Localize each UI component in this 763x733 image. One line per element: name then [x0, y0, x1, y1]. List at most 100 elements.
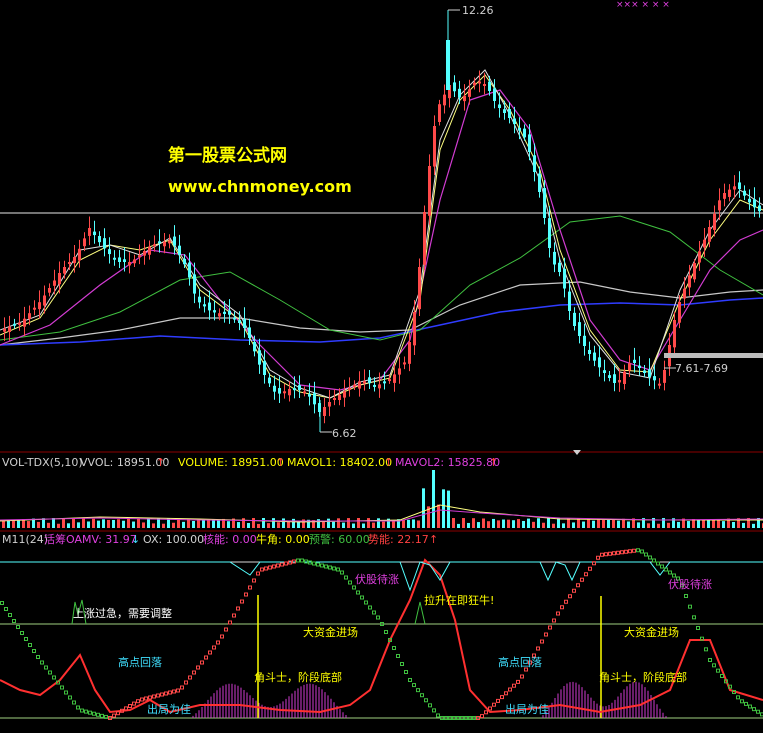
volume-bar	[202, 520, 205, 528]
candle-body	[163, 241, 166, 247]
volume-bar	[742, 522, 745, 528]
candle-body	[108, 249, 111, 255]
volume-bar	[487, 521, 490, 528]
oamv-arrow: ↓	[131, 533, 140, 546]
volume-bar	[517, 519, 520, 528]
candle-body	[73, 257, 76, 264]
candle-body	[493, 88, 496, 101]
candle-body	[63, 267, 66, 274]
volume-bar	[267, 523, 270, 528]
candle-body	[328, 402, 331, 407]
candle-body	[83, 238, 86, 247]
candle-body	[408, 342, 411, 364]
candle-body	[573, 312, 576, 326]
candle-body	[393, 374, 396, 383]
volume-bar	[412, 519, 415, 528]
candle-body	[53, 280, 56, 286]
volume-bar	[667, 522, 670, 528]
right-price-label: 7.61-7.69	[675, 362, 728, 375]
volume-bar	[392, 520, 395, 528]
volume-bar	[292, 518, 295, 528]
candle-body	[623, 371, 626, 384]
volume-bar	[617, 520, 620, 528]
volume-bar	[712, 520, 715, 528]
candle-body	[208, 302, 211, 311]
top-markers: ××× × × ×	[616, 0, 670, 10]
volume-bar	[702, 519, 705, 528]
candle-body	[253, 341, 256, 352]
stock-chart[interactable]: 12.26 6.62 7.61-7.69 ××× × × × 第一股票公式网 w…	[0, 0, 763, 733]
chart-background	[0, 0, 763, 733]
candle-body	[313, 393, 316, 405]
candle-body	[98, 236, 101, 243]
volume-bar	[102, 519, 105, 528]
volume-bar	[52, 518, 55, 528]
candle-body	[383, 381, 386, 384]
volume-bar	[442, 489, 445, 528]
volume-bar	[687, 521, 690, 528]
candle-body	[293, 388, 296, 391]
volume-bar	[477, 522, 480, 528]
volume-bar	[707, 519, 710, 528]
volume-bar	[522, 520, 525, 528]
volume-bar	[637, 522, 640, 528]
volume-bar	[357, 518, 360, 528]
ox-value: OX: 100.00	[143, 533, 204, 546]
candle-body	[378, 384, 381, 389]
annotation-exit-2: 出局为佳	[505, 702, 549, 716]
candle-body	[588, 349, 591, 354]
volume-bar	[237, 522, 240, 528]
candle-body	[443, 94, 446, 106]
candle-body	[188, 262, 191, 278]
volume-bar	[277, 522, 280, 528]
candle-body	[158, 241, 161, 244]
volume-bar	[72, 518, 75, 528]
volume-bar	[162, 523, 165, 528]
volume-bar	[547, 518, 550, 528]
candle-body	[743, 190, 746, 196]
candle-body	[238, 320, 241, 323]
candle-body	[118, 257, 121, 262]
volume-bar	[582, 521, 585, 528]
candle-body	[123, 259, 126, 262]
volume-bar	[82, 518, 85, 528]
candle-body	[698, 251, 701, 263]
candle-body	[128, 262, 131, 266]
candle-body	[248, 327, 251, 338]
annotation-high-drop-1: 高点回落	[118, 655, 162, 669]
candle-body	[58, 273, 61, 285]
candle-body	[283, 391, 286, 394]
candle-body	[88, 228, 91, 236]
volume-bar	[697, 520, 700, 528]
candle-body	[78, 248, 81, 261]
candle-body	[413, 312, 416, 346]
low-price-label: 6.62	[332, 427, 357, 440]
candle-body	[468, 89, 471, 97]
volume-bar	[367, 518, 370, 528]
candle-body	[513, 118, 516, 124]
candle-body	[13, 323, 16, 326]
candle-body	[68, 262, 71, 264]
volume-bar	[647, 523, 650, 528]
annotation-bull-soon: 拉升在即狂牛!	[424, 593, 494, 607]
volume-bar	[282, 518, 285, 528]
candle-body	[608, 375, 611, 378]
volume-bar	[37, 521, 40, 528]
candle-body	[613, 374, 616, 383]
candle-body	[738, 182, 741, 189]
candle-body	[418, 267, 421, 310]
high-spike-body	[446, 40, 450, 90]
candle-body	[373, 384, 376, 387]
candle-body	[558, 262, 561, 272]
candle-body	[348, 388, 351, 390]
volume-bar	[262, 518, 265, 528]
volume-bar	[452, 518, 455, 528]
candle-body	[628, 363, 631, 371]
candle-body	[423, 212, 426, 265]
candle-body	[473, 82, 476, 86]
high-price-label: 12.26	[462, 4, 494, 17]
candle-body	[678, 302, 681, 323]
volume-bar	[382, 521, 385, 528]
volume-bar	[402, 520, 405, 528]
candle-body	[168, 240, 171, 244]
